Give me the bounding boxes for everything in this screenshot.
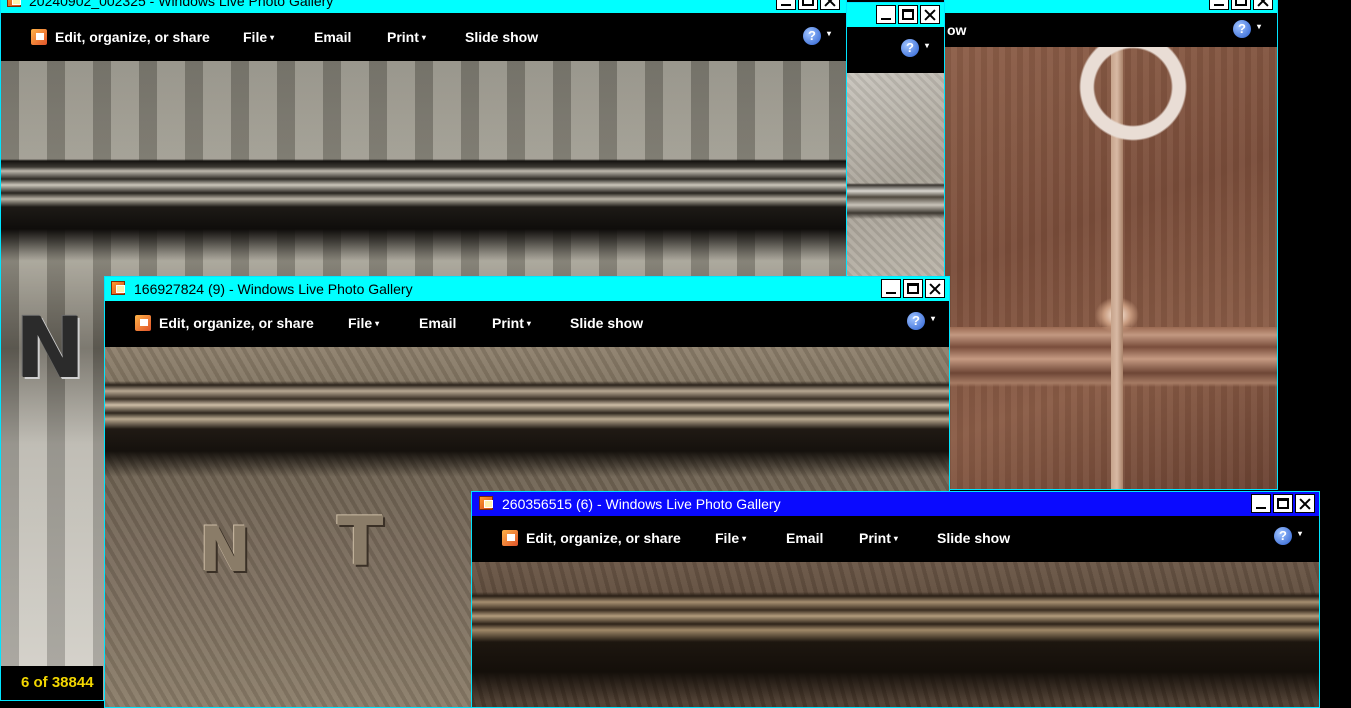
coin-letter-n: N [15, 299, 86, 397]
window-title: 20240902_002325 - Windows Live Photo Gal… [29, 0, 334, 9]
photo-gallery-app-icon [479, 496, 493, 510]
photo-gallery-window-narrow[interactable]: ? ▾ [845, 2, 945, 294]
slideshow-button[interactable]: ow [947, 22, 966, 38]
email-button[interactable]: Email [786, 530, 823, 546]
chevron-down-icon[interactable]: ▾ [1298, 529, 1302, 538]
slideshow-button[interactable]: Slide show [465, 29, 538, 45]
chevron-down-icon: ▾ [893, 534, 898, 543]
file-label: File [243, 29, 268, 45]
photo-view [945, 47, 1277, 489]
window-controls [876, 5, 940, 24]
chevron-down-icon: ▾ [375, 319, 380, 328]
file-menu[interactable]: File ▾ [715, 530, 746, 546]
maximize-button[interactable] [1231, 0, 1251, 10]
chevron-down-icon[interactable]: ▾ [1257, 22, 1261, 31]
help-icon[interactable]: ? [803, 27, 821, 45]
title-bar[interactable] [846, 3, 944, 27]
file-label: File [348, 315, 373, 331]
minimize-button[interactable] [1209, 0, 1229, 10]
title-bar[interactable]: 166927824 (9) - Windows Live Photo Galle… [105, 277, 949, 301]
edit-label: Edit, organize, or share [526, 530, 681, 546]
slideshow-button[interactable]: Slide show [937, 530, 1010, 546]
chevron-down-icon: ▾ [742, 534, 747, 543]
close-button[interactable] [920, 5, 940, 24]
chevron-down-icon: ▾ [526, 319, 531, 328]
toolbar: Edit, organize, or share File ▾ Email Pri… [105, 301, 949, 347]
print-label: Print [387, 29, 419, 45]
print-menu[interactable]: Print ▾ [492, 315, 531, 331]
chevron-down-icon[interactable]: ▾ [925, 41, 929, 50]
toolbar: Edit, organize, or share File ▾ Email Pri… [472, 516, 1319, 562]
print-menu[interactable]: Print ▾ [387, 29, 426, 45]
window-title: 166927824 (9) - Windows Live Photo Galle… [134, 281, 413, 297]
file-label: File [715, 530, 740, 546]
file-menu[interactable]: File ▾ [243, 29, 274, 45]
chevron-down-icon[interactable]: ▾ [827, 29, 831, 38]
photo-counter: 6 of 38844 [1, 666, 103, 700]
edit-label: Edit, organize, or share [159, 315, 314, 331]
window-controls [881, 279, 945, 298]
edit-organize-share-button[interactable]: Edit, organize, or share [502, 530, 681, 546]
photo-view [472, 562, 1319, 707]
close-button[interactable] [820, 0, 840, 10]
edit-icon [502, 530, 518, 546]
close-button[interactable] [1253, 0, 1273, 10]
maximize-button[interactable] [1273, 494, 1293, 513]
edit-organize-share-button[interactable]: Edit, organize, or share [31, 29, 210, 45]
print-label: Print [492, 315, 524, 331]
toolbar: ow ? ▾ [945, 13, 1277, 47]
close-button[interactable] [925, 279, 945, 298]
minimize-button[interactable] [881, 279, 901, 298]
close-button[interactable] [1295, 494, 1315, 513]
minimize-button[interactable] [1251, 494, 1271, 513]
edit-icon [135, 315, 151, 331]
title-bar[interactable]: 260356515 (6) - Windows Live Photo Galle… [472, 492, 1319, 516]
file-menu[interactable]: File ▾ [348, 315, 379, 331]
window-title: 260356515 (6) - Windows Live Photo Galle… [502, 496, 781, 512]
photo-gallery-window-front[interactable]: 260356515 (6) - Windows Live Photo Galle… [471, 491, 1320, 708]
print-menu[interactable]: Print ▾ [859, 530, 898, 546]
minimize-button[interactable] [876, 5, 896, 24]
email-button[interactable]: Email [419, 315, 456, 331]
minimize-button[interactable] [776, 0, 796, 10]
toolbar: ? ▾ [846, 27, 944, 73]
email-button[interactable]: Email [314, 29, 351, 45]
photo-gallery-app-icon [111, 281, 125, 295]
window-controls [776, 0, 840, 10]
maximize-button[interactable] [898, 5, 918, 24]
edit-label: Edit, organize, or share [55, 29, 210, 45]
help-icon[interactable]: ? [1274, 527, 1292, 545]
maximize-button[interactable] [798, 0, 818, 10]
title-bar[interactable] [945, 0, 1277, 13]
chevron-down-icon[interactable]: ▾ [931, 314, 935, 323]
chevron-down-icon: ▾ [421, 33, 426, 42]
help-icon[interactable]: ? [901, 39, 919, 57]
help-icon[interactable]: ? [907, 312, 925, 330]
title-bar[interactable]: 20240902_002325 - Windows Live Photo Gal… [1, 0, 846, 13]
edit-icon [31, 29, 47, 45]
edit-organize-share-button[interactable]: Edit, organize, or share [135, 315, 314, 331]
print-label: Print [859, 530, 891, 546]
coin-letter-t: T [337, 503, 384, 582]
coin-letter-n: N [199, 513, 251, 586]
photo-gallery-window-right[interactable]: ow ? ▾ [944, 0, 1278, 490]
slideshow-button[interactable]: Slide show [570, 315, 643, 331]
window-controls [1209, 0, 1273, 10]
maximize-button[interactable] [903, 279, 923, 298]
toolbar: Edit, organize, or share File ▾ Email Pri… [1, 13, 846, 61]
window-controls [1251, 494, 1315, 513]
help-icon[interactable]: ? [1233, 20, 1251, 38]
chevron-down-icon: ▾ [270, 33, 275, 42]
photo-gallery-app-icon [7, 0, 21, 7]
photo-view [846, 73, 944, 293]
